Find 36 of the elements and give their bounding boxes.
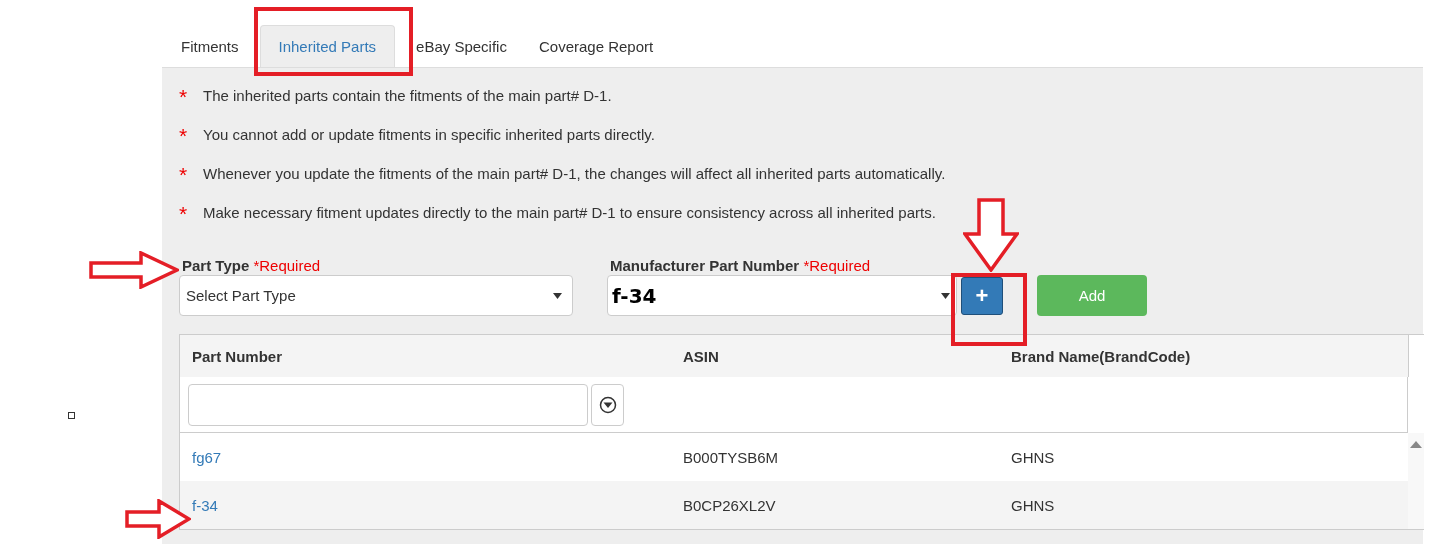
field-label: Part Type xyxy=(182,257,250,274)
filter-button[interactable] xyxy=(591,383,624,426)
column-header: Part Number xyxy=(191,347,284,365)
required-asterisk: * xyxy=(179,166,189,184)
filter-icon xyxy=(598,395,617,414)
tab[interactable]: Coverage Report xyxy=(527,25,665,67)
table-cell: GHNS xyxy=(1011,496,1055,514)
tab[interactable]: eBay Specific xyxy=(405,25,518,67)
required-asterisk: * xyxy=(179,205,189,223)
plus-button[interactable]: + xyxy=(961,277,1003,315)
note-text: Make necessary fitment updates directly to the main part# D-1 to ensure consistency across all inherited parts. xyxy=(203,203,936,223)
part-number-link[interactable]: fg67 xyxy=(192,448,222,466)
caret-icon xyxy=(553,292,562,299)
note-text: The inherited parts contain the fitments of the main part# D-1. xyxy=(203,86,612,106)
part-number-select[interactable]: f-34 xyxy=(607,275,957,316)
required-asterisk: * xyxy=(179,88,189,106)
table-cell: GHNS xyxy=(1011,448,1055,466)
part-number-link[interactable]: f-34 xyxy=(192,496,218,514)
required-hint: *Required xyxy=(803,257,871,274)
scrollbar[interactable] xyxy=(1408,433,1424,529)
note-text: Whenever you update the fitments of the main part# D-1, the changes will affect all inherited parts automatically. xyxy=(203,164,946,184)
tab[interactable]: Inherited Parts xyxy=(259,25,396,67)
required-asterisk: * xyxy=(179,127,189,145)
part-type-select[interactable]: Select Part Type xyxy=(179,275,573,316)
small-square-icon xyxy=(68,412,75,419)
table-cell: B0CP26XL2V xyxy=(683,496,776,514)
table-cell: B000TYSB6M xyxy=(683,448,779,466)
tab[interactable]: Fitments xyxy=(170,25,250,67)
field-label: Manufacturer Part Number xyxy=(610,257,800,274)
caret-icon xyxy=(941,292,950,299)
scroll-up-icon[interactable] xyxy=(1410,441,1422,448)
column-header: Brand Name(BrandCode) xyxy=(1010,347,1192,365)
column-header: ASIN xyxy=(682,347,720,365)
filter-input[interactable] xyxy=(188,383,588,426)
required-hint: *Required xyxy=(253,257,321,274)
note-text: You cannot add or update fitments in specific inherited parts directly. xyxy=(203,125,655,145)
